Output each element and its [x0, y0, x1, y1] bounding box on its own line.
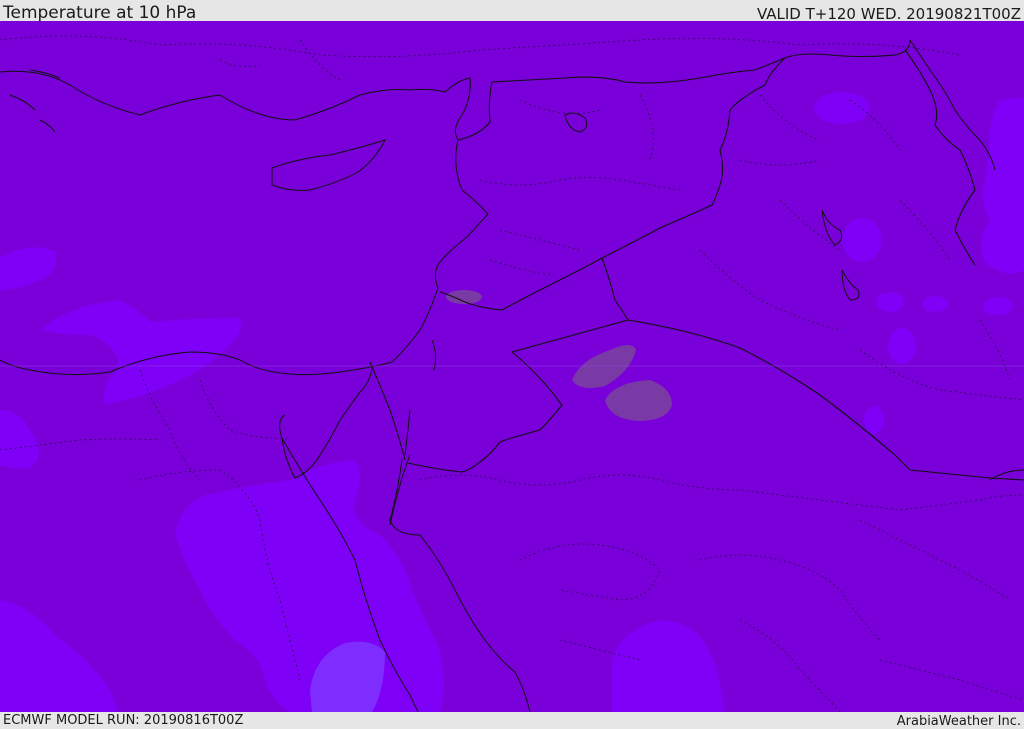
contour-patch-small-2 — [922, 296, 948, 312]
map-title: Temperature at 10 hPa — [3, 3, 197, 23]
model-run: ECMWF MODEL RUN: 20190816T00Z — [3, 713, 244, 728]
contour-patch-small-1 — [876, 292, 904, 312]
contour-patch-zagros — [842, 218, 882, 262]
header-bar: Temperature at 10 hPa VALID T+120 WED. 2… — [0, 0, 1024, 23]
temperature-map — [0, 21, 1024, 712]
credit: ArabiaWeather Inc. — [896, 714, 1021, 729]
contour-patch-small-4 — [888, 328, 916, 364]
footer-bar: ECMWF MODEL RUN: 20190816T00Z ArabiaWeat… — [0, 712, 1024, 729]
contour-patch-small-3 — [983, 297, 1013, 315]
contour-patch-north-iraq — [814, 92, 870, 124]
map-panel — [0, 21, 1024, 712]
contour-patch-small-5 — [864, 406, 884, 434]
